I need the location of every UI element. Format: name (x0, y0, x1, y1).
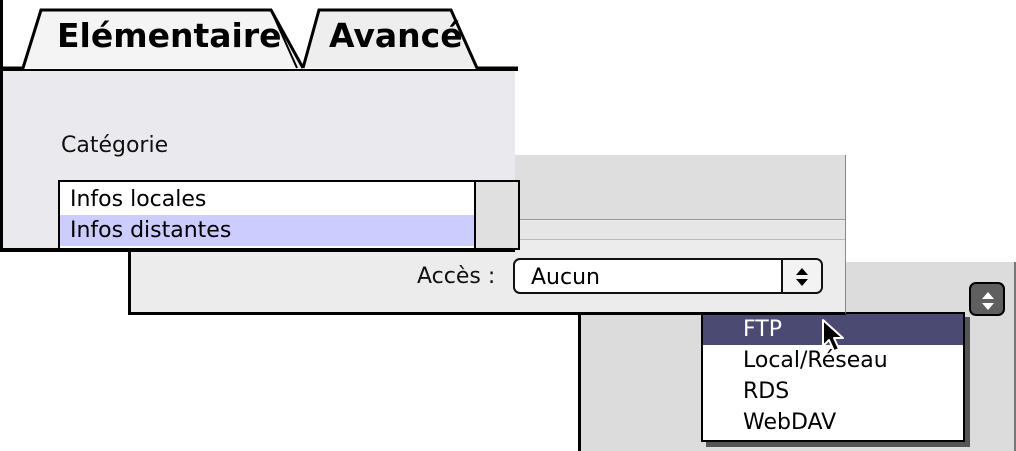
list-item-infos-distantes[interactable]: Infos distantes (60, 215, 474, 246)
category-listbox[interactable]: Infos locales Infos distantes (58, 180, 520, 250)
tab-elementaire[interactable]: Elémentaire (57, 16, 282, 55)
category-panel: Elémentaire Avancé Catégorie Infos local… (0, 0, 520, 252)
access-select-arrows[interactable] (781, 260, 821, 292)
listbox-scrollbar[interactable] (474, 182, 518, 248)
access-popup-button[interactable] (969, 282, 1005, 316)
updown-arrows-icon (796, 268, 808, 286)
menu-item-webdav[interactable]: WebDAV (703, 407, 963, 438)
tab-strip: Elémentaire Avancé (3, 0, 518, 71)
list-item-infos-locales[interactable]: Infos locales (60, 184, 474, 215)
access-label: Accès : (417, 264, 496, 289)
access-select-value: Aucun (531, 265, 600, 290)
mouse-pointer-icon (822, 319, 844, 352)
category-label: Catégorie (61, 133, 169, 158)
access-select[interactable]: Aucun (513, 258, 823, 294)
menu-item-rds[interactable]: RDS (703, 376, 963, 407)
tab-avance[interactable]: Avancé (329, 16, 463, 55)
updown-arrows-icon (982, 292, 994, 310)
